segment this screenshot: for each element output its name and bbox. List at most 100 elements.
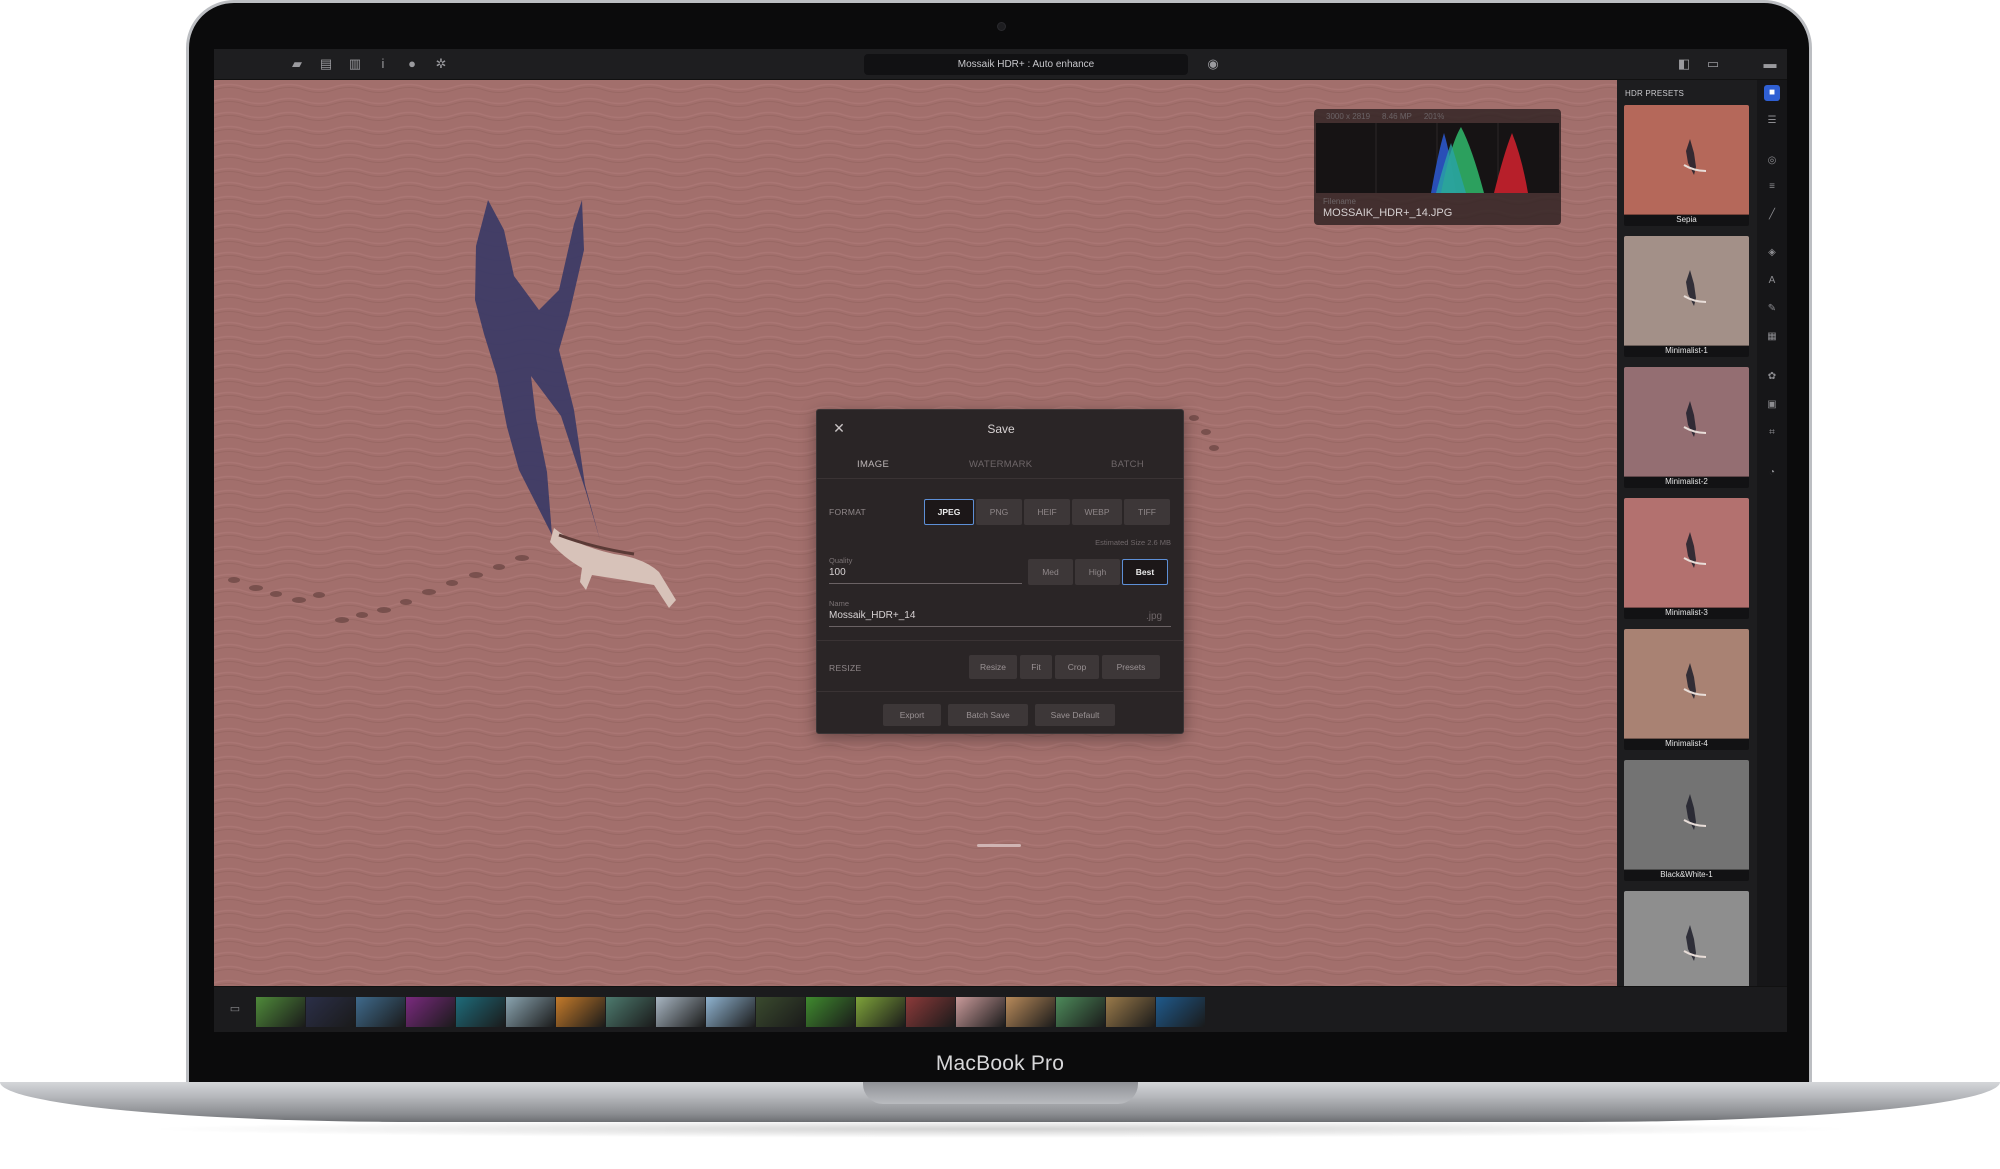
laptop-notch [863,1082,1138,1104]
filmstrip-thumbnail[interactable] [906,997,955,1027]
layers-active-icon[interactable]: ■ [1764,85,1780,101]
brush-icon[interactable]: ╱ [1764,207,1780,223]
filmstrip-thumbnail[interactable] [706,997,755,1027]
preset-thumbnail [1624,760,1749,870]
format-heif-button[interactable]: HEIF [1024,499,1070,525]
preset-card[interactable] [1624,891,1749,986]
name-input[interactable]: Mossaik_HDR+_14 [829,610,915,621]
image-canvas[interactable]: 3000 x 2819 8.46 MP 201% Filename MOSSAI… [214,80,1617,986]
filmstrip-thumbnail[interactable] [806,997,855,1027]
resize-button[interactable]: Resize [969,655,1017,679]
tab-image[interactable]: IMAGE [857,459,889,470]
preset-label: Minimalist-2 [1624,476,1749,488]
single-view-icon[interactable]: ▭ [1704,55,1722,73]
clipboard-icon[interactable]: ▤ [317,55,335,73]
name-label: Name [829,599,850,608]
filmstrip-thumbnail[interactable] [506,997,555,1027]
pen-icon[interactable]: ✎ [1764,301,1780,317]
filmstrip-thumbnail[interactable] [1006,997,1055,1027]
stack-icon[interactable]: ◈ [1764,245,1780,261]
target-icon[interactable]: ◎ [1764,153,1780,169]
split-view-icon[interactable]: ◧ [1675,55,1693,73]
sparkle-icon[interactable]: ✲ [432,55,450,73]
filmstrip-thumbnail[interactable] [1106,997,1155,1027]
preset-card[interactable]: Black&White-1 [1624,760,1749,881]
fullscreen-icon[interactable]: ▬ [1761,55,1779,73]
quality-label: Quality [829,556,853,565]
crop-icon[interactable]: ⌗ [1764,425,1780,441]
filmstrip-thumbnail[interactable] [656,997,705,1027]
export-button[interactable]: Export [883,704,941,726]
fit-button[interactable]: Fit [1020,655,1052,679]
filmstrip-thumbnail[interactable] [456,997,505,1027]
filmstrip-thumbnail[interactable] [606,997,655,1027]
format-label: FORMAT [829,507,867,517]
quality-input[interactable]: 100 [829,567,846,578]
filmstrip-thumbnail[interactable] [356,997,405,1027]
eye-icon[interactable]: ◉ [1204,55,1222,73]
resize-options: Resize Fit Crop Presets [969,655,1160,679]
filename-label: Filename [1323,197,1356,206]
format-jpeg-button[interactable]: JPEG [924,499,974,525]
grid-icon[interactable]: ▦ [1764,329,1780,345]
tab-batch[interactable]: BATCH [1111,459,1144,470]
presets-panel: HDR PRESETS Sepia Minimalist-1 Minimalist-… [1617,80,1757,986]
clock-icon[interactable]: ◔ [1764,465,1780,481]
preset-label: Minimalist-1 [1624,345,1749,357]
preset-thumbnail [1624,891,1749,986]
crop-button[interactable]: Crop [1055,655,1099,679]
preset-thumbnail [1624,629,1749,739]
divider [817,640,1183,641]
dialog-title: Save [987,422,1015,436]
filmstrip-thumbnail[interactable] [756,997,805,1027]
frame-icon[interactable]: ▣ [1764,397,1780,413]
sliders-icon[interactable]: ☰ [1764,113,1780,129]
quality-best-button[interactable]: Best [1122,559,1168,585]
name-underline [829,626,1171,627]
filmstrip-drag-handle[interactable] [977,844,1021,847]
quality-med-button[interactable]: Med [1028,559,1073,585]
filmstrip-thumbnail[interactable] [1156,997,1205,1027]
info-i-icon[interactable]: i [374,55,392,73]
folder-icon[interactable]: ▰ [288,55,306,73]
filter-icon[interactable]: ≡ [1764,179,1780,195]
preset-card[interactable]: Minimalist-3 [1624,498,1749,619]
quality-high-button[interactable]: High [1075,559,1120,585]
presets-button[interactable]: Presets [1102,655,1160,679]
info-circle-icon[interactable]: ● [403,55,421,73]
preset-card[interactable]: Minimalist-1 [1624,236,1749,357]
preset-thumbnail [1624,236,1749,346]
tab-watermark[interactable]: WATERMARK [969,459,1032,470]
flower-icon[interactable]: ✿ [1764,369,1780,385]
preset-card[interactable]: Minimalist-4 [1624,629,1749,750]
text-icon[interactable]: A [1764,273,1780,289]
quality-underline [829,583,1022,584]
filmstrip-thumbnail[interactable] [306,997,355,1027]
filmstrip-thumbnails [256,997,1205,1027]
filmstrip-thumbnail[interactable] [556,997,605,1027]
filmstrip-thumbnail[interactable] [406,997,455,1027]
filmstrip-thumbnail[interactable] [856,997,905,1027]
preset-card[interactable]: Sepia [1624,105,1749,226]
filmstrip-thumbnail[interactable] [256,997,305,1027]
histogram-dimensions: 3000 x 2819 [1326,112,1371,121]
resize-label: RESIZE [829,663,862,673]
batch-save-button[interactable]: Batch Save [948,704,1028,726]
image-library-icon[interactable]: ▭ [227,1001,243,1017]
laptop-shadow [140,1120,1860,1138]
preset-label: Minimalist-3 [1624,607,1749,619]
tool-rail: ■ ☰ ◎ ≡ ╱ ◈ A ✎ ▦ ✿ ▣ ⌗ ◔ [1757,80,1787,986]
document-title[interactable]: Mossaik HDR+ : Auto enhance [864,54,1188,75]
preset-thumbnail [1624,367,1749,477]
histogram-graph [1316,123,1559,193]
save-default-button[interactable]: Save Default [1035,704,1115,726]
format-selector: JPEG PNG HEIF WEBP TIFF [924,499,1170,525]
histogram-icon[interactable]: ▥ [346,55,364,73]
filmstrip-thumbnail[interactable] [1056,997,1105,1027]
preset-card[interactable]: Minimalist-2 [1624,367,1749,488]
format-png-button[interactable]: PNG [976,499,1022,525]
extension-label: .jpg [1146,611,1163,622]
format-webp-button[interactable]: WEBP [1072,499,1122,525]
filmstrip-thumbnail[interactable] [956,997,1005,1027]
format-tiff-button[interactable]: TIFF [1124,499,1170,525]
